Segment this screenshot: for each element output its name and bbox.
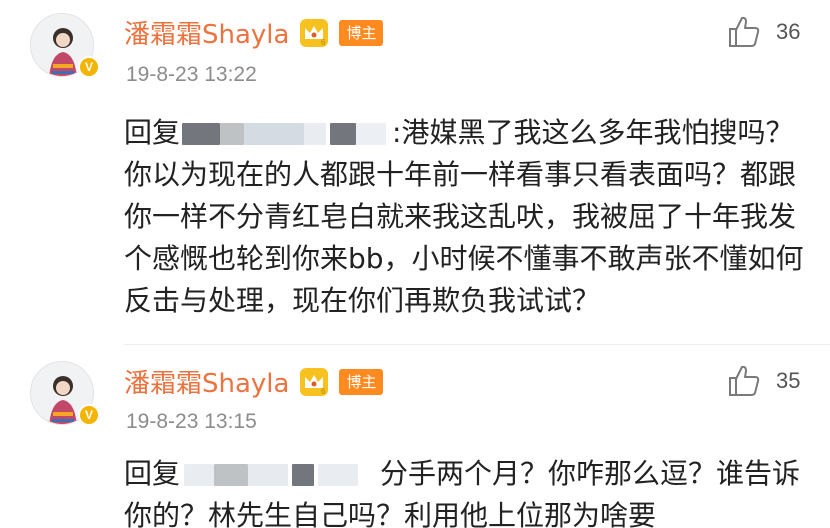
verified-v-icon: V [78, 56, 100, 78]
svg-text:6: 6 [321, 38, 326, 47]
like-count: 36 [776, 19, 801, 44]
comment-item: V 潘霜霜Shayla 6 博主 19-8-23 13:15 35 回复 分手两… [0, 345, 830, 528]
crown-icon: 6 [300, 367, 329, 396]
timestamp: 19-8-23 13:15 [126, 410, 257, 433]
redacted-username [180, 120, 392, 146]
thumbs-up-icon [729, 365, 760, 396]
comment-item: V 潘霜霜Shayla 6 博主 19-8-23 13:22 36 回复 :港媒… [0, 0, 830, 345]
blogger-badge: 博主 [339, 19, 384, 46]
like-button[interactable]: 36 [726, 14, 800, 50]
comment-text: 回复 分手两个月？你咋那么逗？谁告诉你的？林先生自己吗？利用他上位那为啥要 [124, 453, 804, 528]
blogger-badge: 博主 [339, 368, 384, 395]
username[interactable]: 潘霜霜Shayla [124, 363, 289, 400]
svg-text:6: 6 [321, 387, 326, 396]
comment-header: 潘霜霜Shayla 6 博主 [124, 363, 384, 400]
crown-icon: 6 [300, 18, 329, 47]
redacted-username [180, 461, 380, 487]
comment-text: 回复 :港媒黑了我这么多年我怕搜吗？你以为现在的人都跟十年前一样看事只看表面吗？… [124, 112, 804, 322]
timestamp: 19-8-23 13:22 [126, 63, 257, 86]
comment-header: 潘霜霜Shayla 6 博主 [124, 14, 384, 51]
reply-prefix: 回复 [124, 457, 181, 490]
username[interactable]: 潘霜霜Shayla [124, 14, 289, 51]
thumbs-up-icon [729, 16, 760, 47]
reply-prefix: 回复 [124, 116, 181, 149]
like-button[interactable]: 35 [726, 363, 800, 399]
comment-body: :港媒黑了我这么多年我怕搜吗？你以为现在的人都跟十年前一样看事只看表面吗？都跟你… [124, 116, 804, 317]
like-count: 35 [776, 368, 801, 393]
verified-v-icon: V [78, 404, 100, 426]
